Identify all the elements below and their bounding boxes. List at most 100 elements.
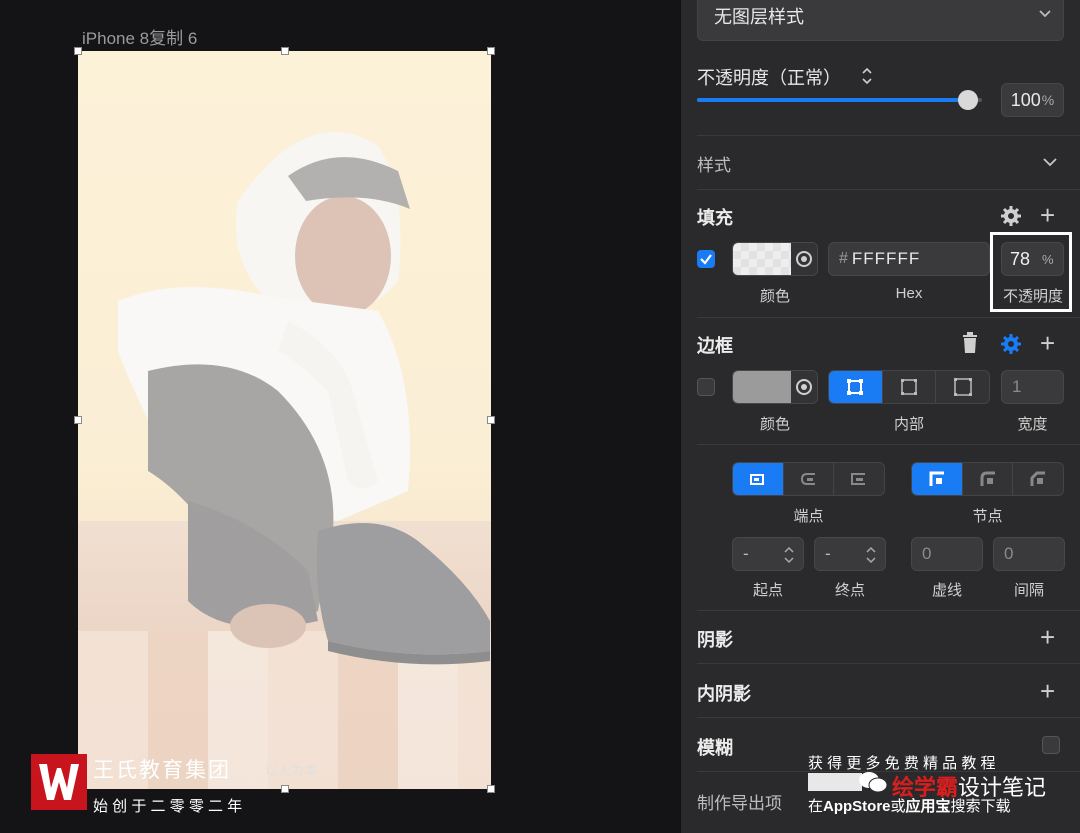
cap-butt-icon	[749, 474, 764, 485]
fill-opacity-unit: %	[1042, 251, 1054, 267]
stepper-icon	[784, 546, 794, 564]
endpoint-square[interactable]	[834, 463, 884, 495]
photo-figure	[78, 51, 491, 789]
border-color-well[interactable]	[732, 370, 818, 404]
node-segmented[interactable]	[911, 462, 1064, 496]
layer-style-value: 无图层样式	[714, 7, 804, 27]
divider	[697, 189, 1080, 190]
wechat-icon	[859, 772, 888, 793]
dash-value: 0	[922, 544, 932, 563]
gap-value: 0	[1004, 544, 1014, 563]
dl-e: 搜索下载	[950, 798, 1011, 815]
join-bevel-icon	[1030, 471, 1046, 486]
fill-opacity-value: 78	[1010, 248, 1031, 269]
join-round-icon	[980, 471, 995, 486]
opacity-slider-knob[interactable]	[957, 90, 978, 110]
opacity-input[interactable]: 100%	[1001, 83, 1064, 117]
artboard-image[interactable]	[78, 51, 491, 789]
dash-input[interactable]: 0	[911, 537, 983, 571]
style-chevron-down-icon[interactable]	[1042, 156, 1058, 168]
blend-mode-stepper-icon[interactable]	[861, 66, 873, 86]
fill-color-mode[interactable]	[791, 243, 817, 275]
resize-handle-br[interactable]	[487, 785, 495, 793]
end-arrow-select[interactable]: -	[814, 537, 886, 571]
border-center-icon	[847, 379, 864, 395]
opacity-label: 不透明度（正常）	[697, 68, 841, 88]
style-section-label[interactable]: 样式	[697, 151, 731, 176]
artboard-label[interactable]: iPhone 8复制 6	[82, 24, 197, 49]
border-enabled-checkbox[interactable]	[697, 378, 715, 396]
gap-input[interactable]: 0	[993, 537, 1065, 571]
endpoint-label: 端点	[793, 508, 824, 525]
canvas[interactable]: iPhone 8复制 6 王氏教育集团 以人为本 始 创 于 二 零 零 二 年	[0, 0, 680, 833]
node-label: 节点	[972, 508, 1003, 525]
border-section-title: 边框	[697, 336, 733, 356]
inner-shadow-section-title: 内阴影	[697, 684, 751, 704]
color-mode-icon	[796, 379, 812, 395]
border-width-value: 1	[1012, 377, 1022, 396]
watermark-slogan: 以人为本	[265, 763, 318, 778]
border-color-swatch[interactable]	[733, 371, 791, 403]
fill-opacity-label: 不透明度	[1002, 288, 1063, 305]
resize-handle-bc[interactable]	[281, 785, 289, 793]
divider	[697, 717, 1080, 718]
layer-style-dropdown[interactable]: 无图层样式	[697, 0, 1064, 41]
dl-a: 在	[808, 798, 824, 815]
endpoint-round[interactable]	[784, 463, 835, 495]
opacity-slider-track[interactable]	[697, 98, 982, 102]
resize-handle-ml[interactable]	[74, 416, 82, 424]
border-color-label: 颜色	[759, 416, 790, 433]
border-outside-icon	[953, 378, 972, 396]
add-border-plus-icon[interactable]: +	[1040, 330, 1055, 356]
node-bevel[interactable]	[1013, 463, 1063, 495]
fill-opacity-input[interactable]: 78 %	[1001, 242, 1064, 276]
blur-section-title: 模糊	[697, 738, 733, 758]
watermark-bar	[808, 773, 862, 791]
fill-hex-label: Hex	[895, 285, 923, 302]
start-arrow-select[interactable]: -	[732, 537, 804, 571]
resize-handle-tl[interactable]	[74, 47, 82, 55]
endpoint-segmented[interactable]	[732, 462, 885, 496]
blur-checkbox[interactable]	[1042, 736, 1060, 754]
add-inner-shadow-plus-icon[interactable]: +	[1040, 678, 1055, 704]
fill-enabled-checkbox[interactable]	[697, 250, 715, 268]
cap-round-icon	[800, 473, 815, 485]
join-miter-icon	[929, 471, 944, 486]
divider	[697, 135, 1080, 136]
border-position-segmented[interactable]	[828, 370, 990, 404]
fill-hex-input[interactable]: # FFFFFF	[828, 242, 990, 276]
fill-gear-icon[interactable]	[999, 204, 1023, 228]
resize-handle-tc[interactable]	[281, 47, 289, 55]
dash-label: 虚线	[931, 582, 962, 599]
add-shadow-plus-icon[interactable]: +	[1040, 624, 1055, 650]
fill-color-swatch[interactable]	[733, 243, 791, 275]
add-fill-plus-icon[interactable]: +	[1040, 202, 1055, 228]
node-round[interactable]	[963, 463, 1014, 495]
watermark-founded: 始 创 于 二 零 零 二 年	[93, 798, 243, 815]
watermark-brand: 王氏教育集团	[93, 759, 231, 782]
resize-handle-tr[interactable]	[487, 47, 495, 55]
border-position-outside[interactable]	[936, 371, 989, 403]
border-gear-icon[interactable]	[999, 332, 1023, 356]
start-arrow-label: 起点	[752, 582, 783, 599]
export-section-title[interactable]: 制作导出项	[697, 789, 782, 814]
end-arrow-label: 终点	[834, 582, 865, 599]
border-width-input[interactable]: 1	[1001, 370, 1064, 404]
border-position-center[interactable]	[829, 371, 883, 403]
checkmark-icon	[700, 254, 712, 265]
resize-handle-mr[interactable]	[487, 416, 495, 424]
fill-section-title: 填充	[697, 208, 733, 228]
divider	[697, 610, 1080, 611]
hex-value: FFFFFF	[851, 249, 921, 268]
endpoint-butt[interactable]	[733, 463, 784, 495]
fill-color-well[interactable]	[732, 242, 818, 276]
wangshi-logo	[31, 754, 87, 810]
dl-d: 应用宝	[905, 798, 951, 815]
border-color-mode[interactable]	[791, 371, 817, 403]
gap-label: 间隔	[1013, 582, 1044, 599]
hex-prefix: #	[839, 250, 848, 267]
node-miter[interactable]	[912, 463, 963, 495]
fill-color-label: 颜色	[759, 288, 790, 305]
border-position-inside[interactable]	[883, 371, 937, 403]
trash-icon[interactable]	[960, 332, 980, 354]
